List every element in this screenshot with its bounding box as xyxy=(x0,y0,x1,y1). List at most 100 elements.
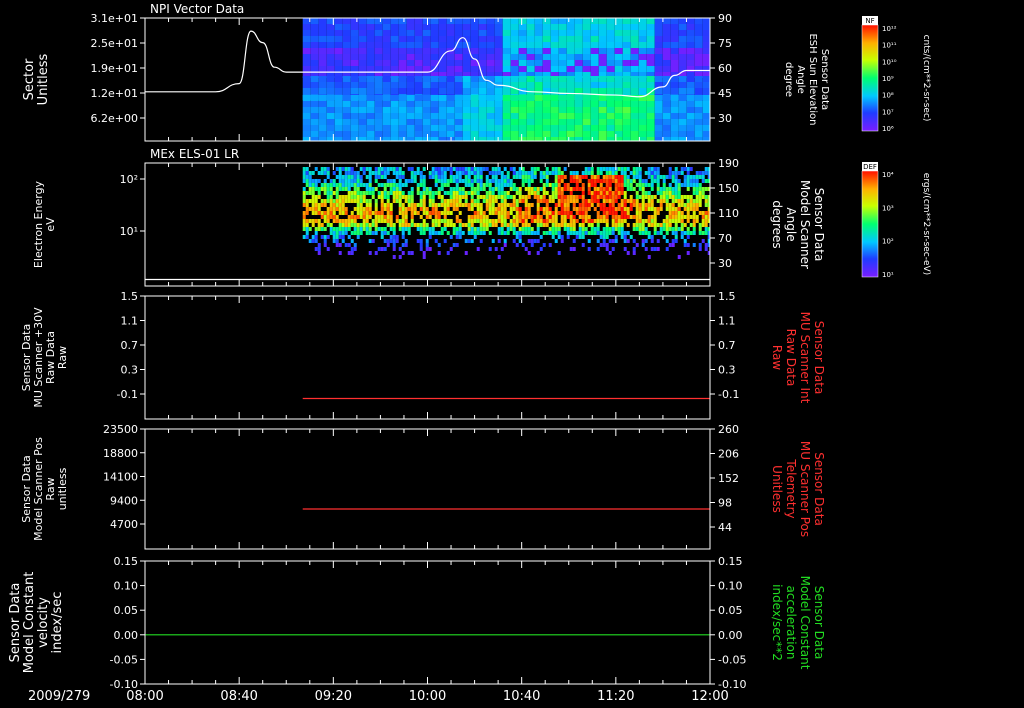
spectrogram-cell xyxy=(656,183,660,187)
spectrogram-cell xyxy=(410,195,414,199)
spectrogram-cell xyxy=(305,191,309,195)
spectrogram-cell xyxy=(582,18,591,24)
spectrogram-cell xyxy=(401,195,405,199)
spectrogram-cell xyxy=(416,171,420,175)
spectrogram-cell xyxy=(356,227,360,231)
spectrogram-cell xyxy=(356,223,360,227)
spectrogram-cell xyxy=(503,215,507,219)
y2-tick-label: 1.5 xyxy=(718,290,736,303)
spectrogram-cell xyxy=(695,203,699,207)
spectrogram-cell xyxy=(686,88,695,94)
spectrogram-cell xyxy=(638,223,642,227)
spectrogram-cell xyxy=(598,76,607,82)
spectrogram-cell xyxy=(629,235,633,239)
spectrogram-cell xyxy=(446,30,455,36)
spectrogram-cell xyxy=(310,88,319,94)
spectrogram-cell xyxy=(550,125,559,131)
spectrogram-cell xyxy=(554,175,558,179)
spectrogram-cell xyxy=(334,107,343,113)
spectrogram-cell xyxy=(380,195,384,199)
spectrogram-cell xyxy=(606,24,615,30)
spectrogram-cell xyxy=(510,113,519,119)
spectrogram-cell xyxy=(443,219,447,223)
panel-title: NPI Vector Data xyxy=(150,2,244,16)
spectrogram-cell xyxy=(598,66,607,72)
spectrogram-cell xyxy=(572,219,576,223)
spectrogram-cell xyxy=(569,211,573,215)
spectrogram-cell xyxy=(575,207,579,211)
spectrogram-cell xyxy=(536,223,540,227)
spectrogram-cell xyxy=(374,231,378,235)
spectrogram-cell xyxy=(458,199,462,203)
spectrogram-cell xyxy=(326,235,330,239)
spectrogram-cell xyxy=(414,113,423,119)
spectrogram-cell xyxy=(548,219,552,223)
spectrogram-cell xyxy=(449,235,453,239)
spectrogram-cell xyxy=(334,66,343,72)
spectrogram-cell xyxy=(430,30,439,36)
spectrogram-cell xyxy=(334,113,343,119)
spectrogram-cell xyxy=(494,199,498,203)
spectrogram-cell xyxy=(334,131,343,137)
spectrogram-cell xyxy=(662,88,671,94)
spectrogram-cell xyxy=(449,167,453,171)
spectrogram-cell xyxy=(320,215,324,219)
spectrogram-cell xyxy=(569,227,573,231)
spectrogram-cell xyxy=(524,223,528,227)
spectrogram-cell xyxy=(383,227,387,231)
spectrogram-cell xyxy=(502,24,511,30)
spectrogram-cell xyxy=(518,54,527,60)
spectrogram-cell xyxy=(638,227,642,231)
spectrogram-cell xyxy=(550,30,559,36)
spectrogram-cell xyxy=(414,119,423,125)
spectrogram-cell xyxy=(382,88,391,94)
spectrogram-cell xyxy=(566,199,570,203)
spectrogram-cell xyxy=(443,211,447,215)
spectrogram-cell xyxy=(371,239,375,243)
spectrogram-cell xyxy=(695,207,699,211)
spectrogram-cell xyxy=(422,125,431,131)
spectrogram-cell xyxy=(526,30,535,36)
spectrogram-cell xyxy=(366,54,375,60)
spectrogram-cell xyxy=(470,219,474,223)
spectrogram-cell xyxy=(622,113,631,119)
spectrogram-cell xyxy=(350,66,359,72)
spectrogram-cell xyxy=(350,199,354,203)
spectrogram-cell xyxy=(566,223,570,227)
spectrogram-cell xyxy=(476,211,480,215)
spectrogram-cell xyxy=(701,187,705,191)
spectrogram-cell xyxy=(302,219,306,223)
spectrogram-cell xyxy=(332,207,336,211)
spectrogram-cell xyxy=(602,219,606,223)
spectrogram-cell xyxy=(310,18,319,24)
spectrogram-cell xyxy=(704,199,708,203)
spectrogram-cell xyxy=(440,195,444,199)
spectrogram-cell xyxy=(686,203,690,207)
spectrogram-cell xyxy=(365,219,369,223)
spectrogram-cell xyxy=(635,211,639,215)
spectrogram-cell xyxy=(366,131,375,137)
date-label: 2009/279 xyxy=(28,689,90,704)
spectrogram-cell xyxy=(686,199,690,203)
spectrogram-cell xyxy=(428,231,432,235)
spectrogram-cell xyxy=(698,171,702,175)
spectrogram-cell xyxy=(446,199,450,203)
spectrogram-cell xyxy=(695,219,699,223)
spectrogram-cell xyxy=(446,24,455,30)
spectrogram-cell xyxy=(662,137,671,141)
spectrogram-cell xyxy=(598,54,607,60)
spectrogram-cell xyxy=(677,191,681,195)
spectrogram-cell xyxy=(694,101,703,107)
spectrogram-cell xyxy=(638,36,647,42)
spectrogram-cell xyxy=(614,113,623,119)
spectrogram-cell xyxy=(536,195,540,199)
spectrogram-cell xyxy=(494,54,503,60)
spectrogram-cell xyxy=(551,227,555,231)
spectrogram-cell xyxy=(614,199,618,203)
spectrogram-cell xyxy=(554,211,558,215)
spectrogram-cell xyxy=(416,227,420,231)
spectrogram-cell xyxy=(550,113,559,119)
spectrogram-cell xyxy=(386,215,390,219)
spectrogram-cell xyxy=(422,88,431,94)
spectrogram-cell xyxy=(502,48,511,54)
